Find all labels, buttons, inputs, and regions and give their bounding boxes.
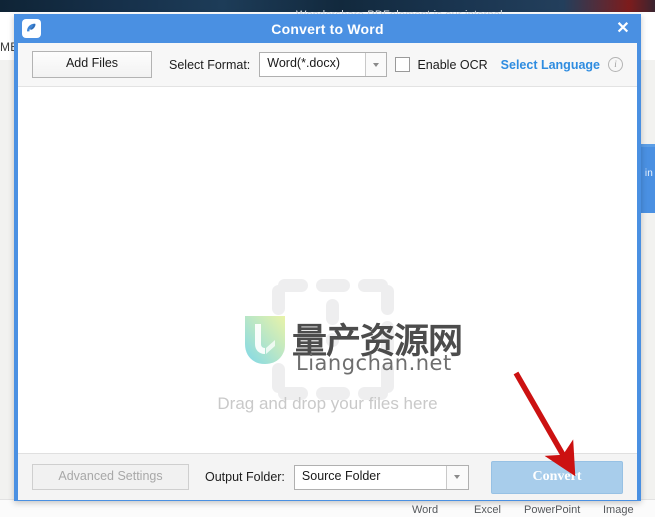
select-format-label: Select Format:: [169, 57, 251, 72]
enable-ocr-checkbox[interactable]: [395, 57, 411, 72]
dialog-title-bar: Convert to Word ✕: [14, 14, 641, 43]
enable-ocr-label: Enable OCR: [417, 57, 488, 72]
output-folder-label: Output Folder:: [205, 470, 285, 484]
watermark-site-name: Liangchan.net: [296, 351, 452, 375]
select-format-value: Word(*.docx): [267, 56, 340, 70]
dialog-footer: Advanced Settings Output Folder: Source …: [18, 453, 637, 500]
pdfelement-logo-icon: [22, 19, 41, 38]
background-bottom-item[interactable]: Image: [603, 504, 634, 516]
dialog-toolbar: Add Files Select Format: Word(*.docx) En…: [18, 43, 637, 87]
convert-to-word-dialog: Convert to Word ✕ Add Files Select Forma…: [14, 14, 641, 501]
output-folder-dropdown[interactable]: Source Folder: [293, 464, 469, 490]
add-files-button[interactable]: Add Files: [32, 51, 152, 78]
output-folder-value: Source Folder: [301, 468, 381, 483]
background-side-button-label: in: [644, 168, 653, 179]
dialog-title: Convert to Word: [271, 20, 384, 37]
file-drop-area[interactable]: 量产资源网 Liangchan.net Drag and drop your f…: [18, 87, 637, 453]
convert-button[interactable]: Convert: [491, 460, 623, 494]
watermark-u-logo-icon: [245, 316, 285, 364]
enable-ocr-group: Enable OCR Select Language i: [395, 57, 623, 72]
close-icon[interactable]: ✕: [611, 17, 635, 40]
select-format-dropdown[interactable]: Word(*.docx): [259, 52, 388, 77]
background-bottom-item[interactable]: Excel: [474, 504, 501, 516]
drop-hint-text: Drag and drop your files here: [217, 394, 438, 413]
background-bottom-item[interactable]: PowerPoint: [524, 504, 580, 516]
advanced-settings-button[interactable]: Advanced Settings: [32, 464, 189, 490]
background-bottom-item[interactable]: Word: [412, 504, 438, 516]
chevron-down-icon[interactable]: [365, 53, 387, 76]
background-bottom-toolbar: Word Excel PowerPoint Image: [0, 499, 655, 517]
info-icon[interactable]: i: [608, 57, 623, 72]
chevron-down-icon[interactable]: [445, 465, 468, 489]
site-watermark: 量产资源网 Liangchan.net: [245, 277, 463, 402]
select-language-link[interactable]: Select Language: [501, 58, 600, 72]
